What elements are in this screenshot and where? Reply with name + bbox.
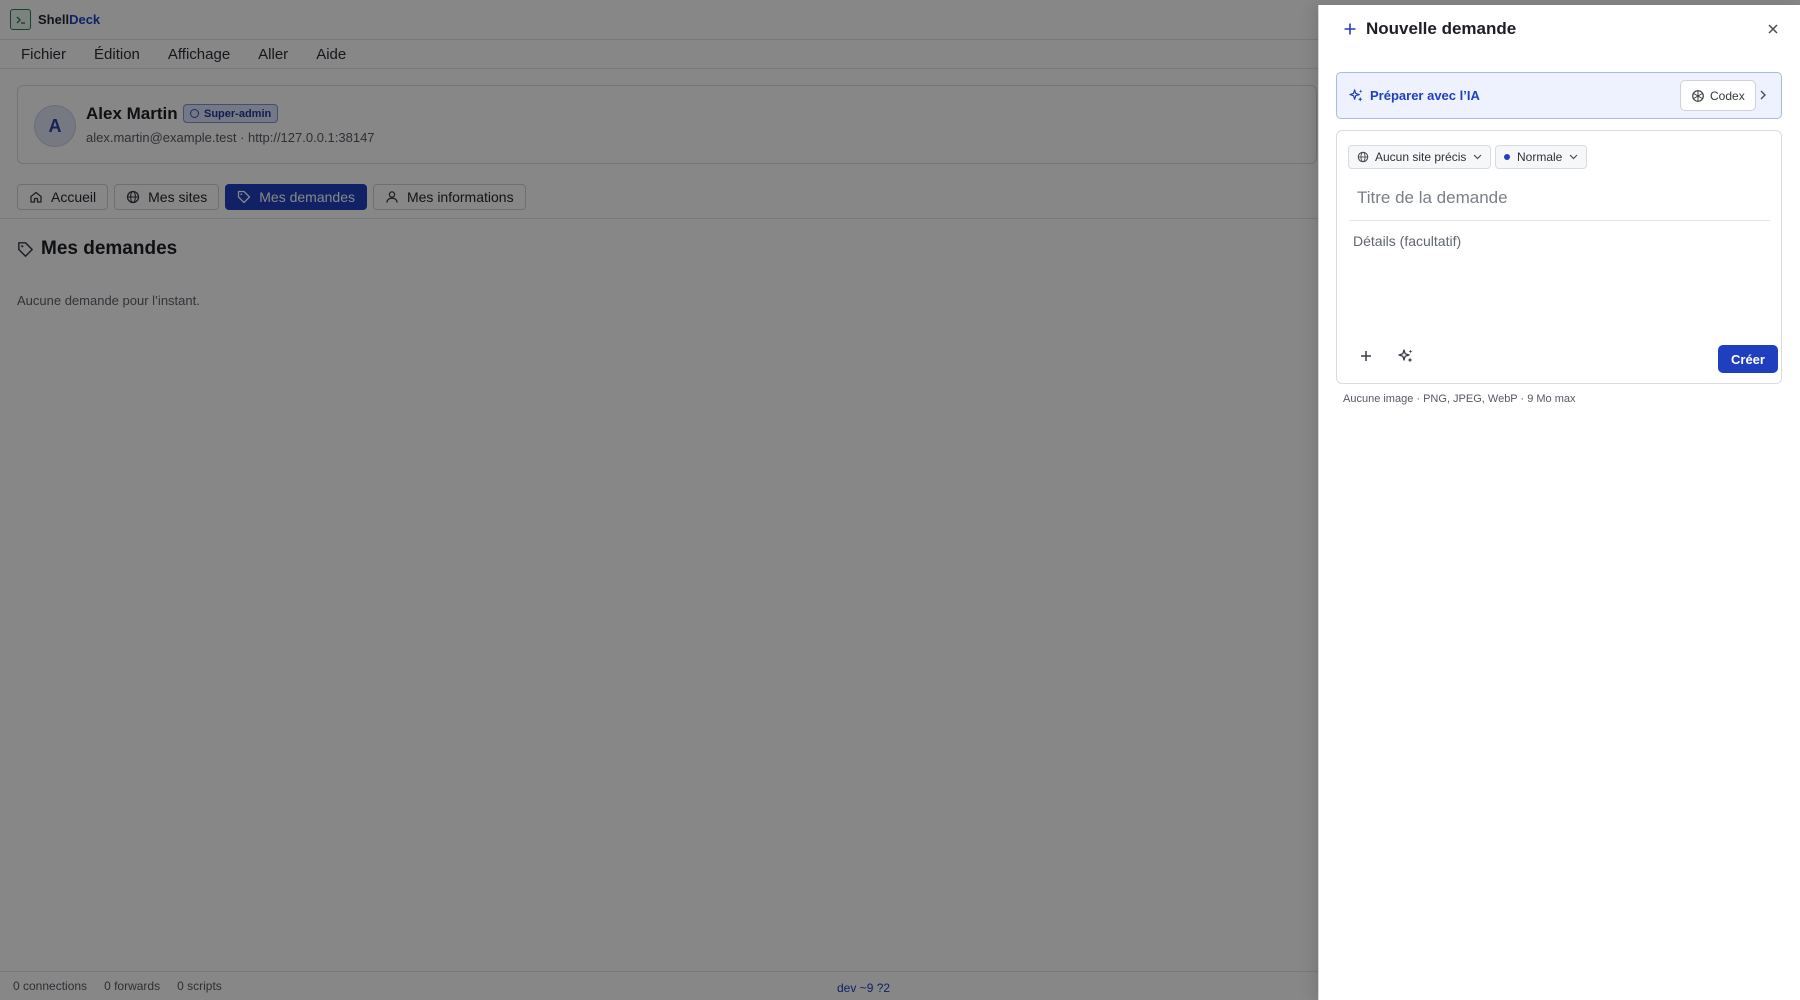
globe-icon (1357, 151, 1369, 163)
request-title-input[interactable] (1349, 175, 1770, 221)
codex-provider-button[interactable]: Codex (1680, 80, 1756, 111)
sparkles-icon (1398, 349, 1413, 363)
plus-icon (1361, 351, 1371, 361)
site-select-label: Aucun site précis (1375, 150, 1467, 164)
drawer-header: Nouvelle demande (1319, 5, 1800, 53)
add-attachment-button[interactable] (1354, 344, 1378, 368)
chevron-right-icon[interactable] (1758, 89, 1768, 101)
site-select[interactable]: Aucun site précis (1348, 145, 1492, 169)
drawer-title: Nouvelle demande (1366, 19, 1517, 38)
chevron-down-icon (1473, 154, 1482, 160)
ai-prepare-bar[interactable]: Préparer avec l’IA Codex (1336, 72, 1782, 119)
plus-icon (1343, 22, 1357, 36)
ai-assist-button[interactable] (1394, 344, 1418, 368)
sparkles-icon (1349, 88, 1364, 103)
ai-prepare-label: Préparer avec l’IA (1370, 88, 1480, 103)
request-details-input[interactable] (1349, 227, 1770, 319)
codex-provider-label: Codex (1710, 88, 1745, 103)
priority-select-label: Normale (1517, 150, 1563, 164)
create-button[interactable]: Créer (1718, 345, 1778, 373)
priority-select[interactable]: Normale (1495, 145, 1588, 169)
new-request-drawer: Nouvelle demande Préparer avec l’IA Code… (1318, 5, 1800, 1000)
priority-dot (1504, 154, 1510, 160)
request-composer: Aucun site précis Normale Créer (1336, 130, 1782, 384)
image-upload-hint: Aucune image · PNG, JPEG, WebP · 9 Mo ma… (1343, 393, 1576, 405)
chevron-down-icon (1569, 154, 1578, 160)
openai-icon (1691, 89, 1705, 103)
close-icon[interactable] (1765, 21, 1781, 37)
